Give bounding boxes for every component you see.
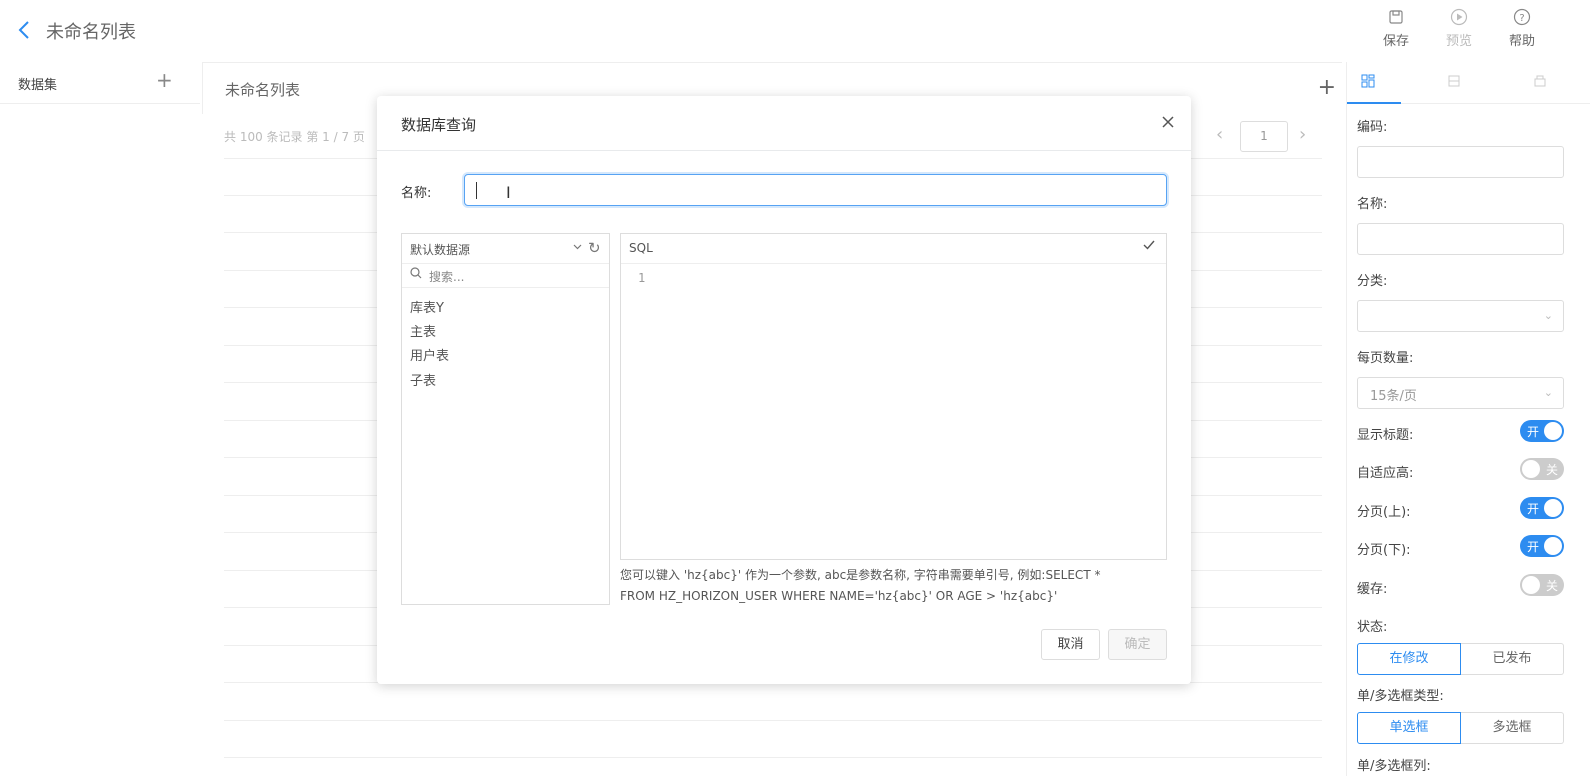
list-tab-title: 未命名列表 [225,81,301,99]
datasource-value: 默认数据源 [410,243,471,257]
preview-label: 预览 [1445,34,1472,49]
category-select[interactable]: ⌄ [1357,300,1564,332]
page-size-label: 每页数量: [1357,351,1414,366]
table-row [224,757,1322,758]
refresh-icon[interactable]: ↻ [588,239,601,257]
pager-bottom-label: 分页(下): [1357,543,1411,558]
sql-label: SQL [629,241,653,255]
preview-button[interactable]: 预览 [1439,8,1479,49]
cache-switch[interactable]: 关 [1520,574,1564,596]
status-label: 状态: [1357,620,1388,635]
selector-type-toggle: 单选框 多选框 [1357,712,1564,744]
top-bar: 未命名列表 保存 预览 ? 帮助 [0,0,1590,60]
category-label: 分类: [1357,274,1388,289]
print-icon[interactable] [1533,74,1553,92]
sql-hint-line: FROM HZ_HORIZON_USER WHERE NAME='hz{abc}… [620,589,1058,603]
table-row [224,720,1322,721]
multi-select-button[interactable]: 多选框 [1461,712,1564,744]
switch-text: 开 [1527,425,1540,439]
selector-type-label: 单/多选框类型: [1357,689,1444,704]
cancel-button[interactable]: 取消 [1041,629,1100,660]
table-item[interactable]: 用户表 [410,345,449,364]
help-label: 帮助 [1508,34,1535,49]
prev-page-icon[interactable]: ‹ [1216,124,1223,145]
close-icon[interactable] [1161,110,1175,134]
plus-icon[interactable]: + [156,68,173,92]
active-tab-indicator [1347,102,1401,104]
name-label: 名称: [1357,197,1388,212]
help-circle-icon: ? [1513,8,1531,26]
play-circle-icon [1450,8,1468,26]
name-input[interactable] [1357,223,1564,255]
table-item[interactable]: 主表 [410,321,436,340]
show-title-switch[interactable]: 开 [1520,420,1564,442]
text-caret [476,182,477,199]
code-label: 编码: [1357,120,1388,135]
check-icon[interactable] [1142,238,1156,256]
layout-icon[interactable] [1447,74,1467,92]
page-title: 未命名列表 [46,22,136,43]
text-cursor-icon: I [506,183,511,202]
table-item[interactable]: 子表 [410,370,436,389]
database-query-dialog: 数据库查询 名称: I 默认数据源 ↻ 搜索... 库表Y 主表 用户表 子表 [377,96,1191,684]
sql-editor[interactable]: SQL 1 [620,233,1167,560]
chevron-down-icon: ⌄ [1543,386,1553,399]
search-placeholder: 搜索... [429,270,465,284]
datasource-panel: 默认数据源 ↻ 搜索... 库表Y 主表 用户表 子表 [401,233,610,605]
search-icon [410,267,422,282]
chevron-left-icon[interactable] [18,20,30,43]
table-item[interactable]: 库表Y [410,297,444,316]
chevron-down-icon [573,242,582,253]
datasource-select[interactable]: 默认数据源 ↻ [402,234,609,264]
table-search-input[interactable]: 搜索... [402,264,609,288]
cache-label: 缓存: [1357,582,1388,597]
switch-text: 开 [1527,540,1540,554]
code-input[interactable] [1357,146,1564,178]
sql-hint-line: 您可以键入 'hz{abc}' 作为一个参数, abc是参数名称, 字符串需要单… [620,568,1101,582]
page-number-input[interactable]: 1 [1240,121,1288,152]
selector-column-label: 单/多选框列: [1357,759,1431,774]
save-button[interactable]: 保存 [1376,8,1416,49]
status-editing-button[interactable]: 在修改 [1357,643,1461,675]
dialog-header: 数据库查询 [377,96,1191,151]
status-toggle: 在修改 已发布 [1357,643,1564,675]
properties-tabs [1347,62,1590,104]
show-title-label: 显示标题: [1357,428,1414,443]
pager-top-switch[interactable]: 开 [1520,497,1564,519]
sql-hint: 您可以键入 'hz{abc}' 作为一个参数, abc是参数名称, 字符串需要单… [620,565,1167,607]
records-summary: 共 100 条记录 第 1 / 7 页 [224,130,365,144]
save-label: 保存 [1382,34,1409,49]
next-page-icon[interactable]: › [1299,124,1306,145]
add-column-icon[interactable]: + [1318,75,1336,100]
help-button[interactable]: ? 帮助 [1502,8,1542,49]
switch-text: 关 [1545,463,1558,477]
properties-panel: 编码: 名称: 分类: ⌄ 每页数量: 15条/页 ⌄ 显示标题: 开 自适应高… [1346,62,1590,776]
svg-text:?: ? [1519,13,1524,24]
grid-icon[interactable] [1361,74,1381,92]
dialog-title: 数据库查询 [401,116,477,134]
switch-text: 开 [1527,502,1540,516]
auto-height-switch[interactable]: 关 [1520,458,1564,480]
dataset-title: 数据集 [18,78,58,93]
chevron-down-icon: ⌄ [1543,309,1553,322]
line-number: 1 [638,271,646,285]
page-size-value: 15条/页 [1370,389,1417,404]
status-published-button[interactable]: 已发布 [1461,643,1564,675]
query-name-input[interactable]: I [464,174,1167,206]
query-name-label: 名称: [401,186,432,201]
save-icon [1387,8,1405,26]
dataset-header: 数据集 + [0,62,200,104]
page-size-select[interactable]: 15条/页 ⌄ [1357,377,1564,409]
auto-height-label: 自适应高: [1357,466,1414,481]
confirm-button[interactable]: 确定 [1108,629,1167,660]
pager-bottom-switch[interactable]: 开 [1520,535,1564,557]
sql-header: SQL [621,234,1166,264]
pager-top-label: 分页(上): [1357,505,1411,520]
switch-text: 关 [1545,579,1558,593]
single-select-button[interactable]: 单选框 [1357,712,1461,744]
